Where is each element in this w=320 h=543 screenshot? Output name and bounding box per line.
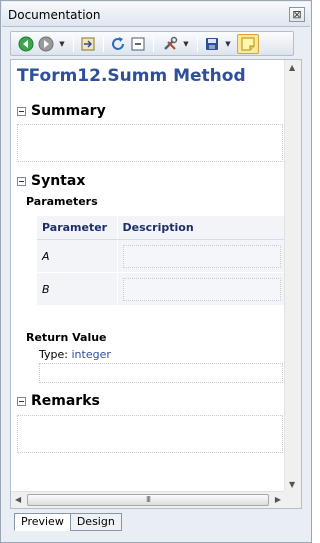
tab-design[interactable]: Design xyxy=(69,513,122,531)
back-icon xyxy=(18,36,34,52)
refresh-icon xyxy=(112,37,124,50)
scroll-up-icon[interactable]: ▲ xyxy=(289,63,295,72)
back-button[interactable] xyxy=(17,35,35,53)
syntax-heading: Syntax xyxy=(31,173,86,189)
collapse-all-button[interactable] xyxy=(129,35,147,53)
remarks-heading: Remarks xyxy=(31,393,100,409)
return-value-field[interactable] xyxy=(39,363,283,383)
export-button[interactable] xyxy=(79,35,97,53)
remarks-field[interactable] xyxy=(17,415,283,453)
chevron-down-icon: ▼ xyxy=(225,40,231,48)
documentation-window: Documentation ⊠ ▼ ▼ ▼ TForm12.Summ Metho… xyxy=(0,0,312,543)
type-label: Type: xyxy=(39,348,68,361)
note-button[interactable] xyxy=(237,34,259,54)
collapse-all-icon xyxy=(131,37,145,51)
param-description-field[interactable] xyxy=(122,244,281,268)
page-title: TForm12.Summ Method xyxy=(17,66,246,86)
tools-dropdown[interactable]: ▼ xyxy=(181,35,191,53)
note-icon xyxy=(241,37,255,51)
syntax-section-header[interactable]: Syntax xyxy=(17,173,85,189)
view-tabs: Preview Design xyxy=(14,513,122,531)
close-icon[interactable]: ⊠ xyxy=(289,7,305,22)
parameters-heading: Parameters xyxy=(26,195,98,208)
window-title: Documentation xyxy=(8,8,101,22)
scroll-left-icon[interactable]: ◀ xyxy=(15,495,21,504)
remarks-section-header[interactable]: Remarks xyxy=(17,393,100,409)
refresh-button[interactable] xyxy=(109,35,127,53)
documentation-content[interactable]: TForm12.Summ Method Summary Syntax Param… xyxy=(10,59,302,509)
type-value: integer xyxy=(71,348,111,361)
collapse-icon[interactable] xyxy=(17,106,26,116)
collapse-icon[interactable] xyxy=(17,176,26,186)
horizontal-scrollbar[interactable]: ◀ III ▶ xyxy=(11,491,285,508)
scroll-right-icon[interactable]: ▶ xyxy=(275,495,281,504)
param-name: A xyxy=(37,239,118,273)
table-row: B xyxy=(37,272,287,306)
scroll-down-icon[interactable]: ▼ xyxy=(289,480,295,489)
table-row: A xyxy=(37,239,287,273)
toolbar: ▼ ▼ ▼ xyxy=(10,31,294,56)
tools-icon xyxy=(164,36,178,50)
parameters-table: Parameter Description A B xyxy=(37,216,287,306)
save-icon xyxy=(206,38,218,50)
summary-heading: Summary xyxy=(31,103,106,119)
save-dropdown[interactable]: ▼ xyxy=(223,35,233,53)
history-dropdown[interactable]: ▼ xyxy=(57,35,67,53)
chevron-down-icon: ▼ xyxy=(59,40,65,48)
param-column-header: Parameter xyxy=(37,216,118,240)
return-value-heading: Return Value xyxy=(26,331,107,344)
param-name: B xyxy=(37,272,118,306)
title-bar: Documentation ⊠ xyxy=(2,2,310,27)
chevron-down-icon: ▼ xyxy=(183,40,189,48)
summary-section-header[interactable]: Summary xyxy=(17,103,106,119)
return-type: Type: integer xyxy=(39,348,111,361)
scrollbar-corner xyxy=(284,491,301,508)
export-icon xyxy=(81,37,95,51)
forward-button[interactable] xyxy=(37,35,55,53)
tab-preview[interactable]: Preview xyxy=(14,513,71,531)
vertical-scrollbar[interactable]: ▲ ▼ xyxy=(284,60,301,492)
description-column-header: Description xyxy=(117,216,287,240)
tools-button[interactable] xyxy=(161,35,179,53)
horizontal-scroll-thumb[interactable]: III xyxy=(27,494,269,506)
summary-field[interactable] xyxy=(17,124,283,162)
save-button[interactable] xyxy=(203,35,221,53)
forward-icon xyxy=(38,36,54,52)
collapse-icon[interactable] xyxy=(17,396,26,406)
param-description-field[interactable] xyxy=(122,277,281,301)
